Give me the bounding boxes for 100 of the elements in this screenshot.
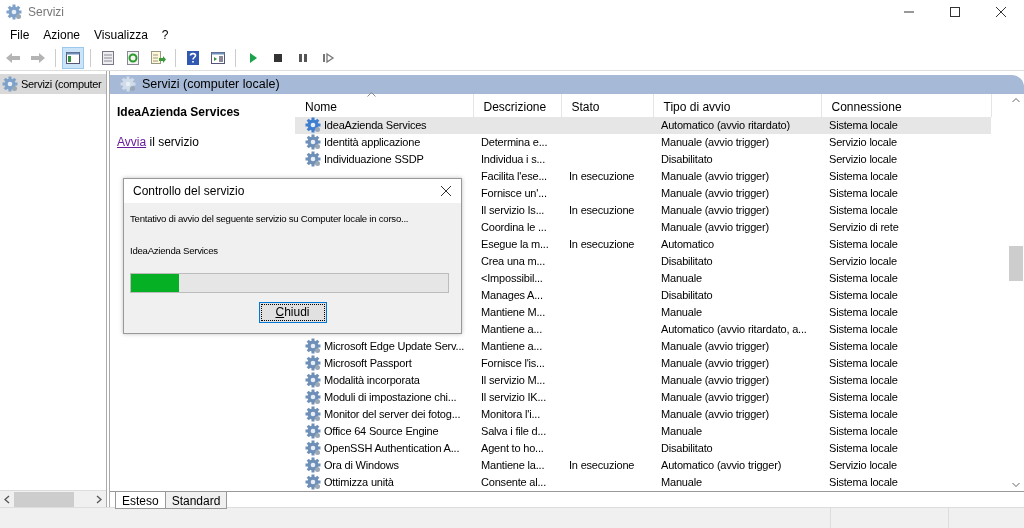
start-link[interactable]: Avvia [117, 134, 147, 149]
table-cell-text: Esegue la m... [480, 236, 550, 252]
service-name: Individuazione SSDP [324, 151, 424, 167]
service-name: Microsoft Passport [324, 355, 412, 371]
table-cell-text: Disabilitato [660, 440, 714, 456]
service-name: OpenSSH Authentication A... [324, 440, 460, 456]
table-cell-text: Servizio locale [828, 253, 898, 269]
panel-title: Servizi (computer locale) [142, 76, 280, 93]
table-cell-text: Coordina le ... [480, 219, 548, 235]
close-button[interactable]: Chiudi [258, 301, 327, 323]
table-cell-text: Sistema locale [828, 185, 899, 201]
table-cell-text: Sistema locale [828, 338, 899, 354]
table-cell-text: Sistema locale [828, 236, 899, 252]
table-cell: Manuale (avvio trigger) [653, 133, 821, 151]
table-cell-text: Manuale (avvio trigger) [660, 355, 770, 371]
window-title: Servizi [28, 4, 64, 21]
tree-item[interactable]: Servizi (computer [0, 74, 106, 94]
gear-icon [305, 440, 321, 457]
gear-icon [305, 355, 321, 372]
table-cell: Automatico (avvio ritardato) [653, 116, 821, 134]
gear-icon [305, 474, 321, 491]
table-cell-text: Mantiene la... [480, 457, 546, 473]
gear-icon [120, 76, 136, 93]
column-header[interactable]: Nome [295, 93, 473, 117]
table-cell-text: Manuale (avvio trigger) [660, 219, 770, 235]
table-cell: Sistema locale [821, 116, 991, 134]
gear-icon [305, 406, 321, 423]
table-cell-text: Manuale [660, 474, 703, 490]
table-cell-text: Monitora l'i... [480, 406, 541, 422]
tree-pane-button[interactable] [62, 46, 84, 69]
table-cell-text: Disabilitato [660, 151, 714, 167]
action-text: il servizio [149, 134, 199, 149]
table-cell-text: Automatico [660, 236, 716, 252]
table-cell-text: Sistema locale [828, 474, 899, 490]
table-cell-text: Servizio locale [828, 151, 898, 167]
table-cell-text: Manuale (avvio trigger) [660, 338, 770, 354]
table-cell: Determina e... [473, 133, 561, 151]
service-name: Modalità incorporata [324, 372, 420, 388]
table-cell-text: Servizio locale [828, 457, 898, 473]
scrollbar-thumb[interactable] [14, 491, 74, 507]
table-cell-text: Sistema locale [828, 355, 899, 371]
table-cell-text: Sistema locale [828, 423, 899, 439]
gear-icon [305, 134, 321, 151]
service-name: IdeaAzienda Services [324, 117, 427, 133]
table-cell-text: Manuale [660, 423, 703, 439]
table-cell-text: Manuale (avvio trigger) [660, 202, 770, 218]
table-cell-text: Fornisce l'is... [480, 355, 546, 371]
gear-icon [305, 389, 321, 406]
gear-icon [305, 457, 321, 474]
menu-item[interactable]: Visualizza [87, 25, 155, 44]
table-cell-text: Facilita l'ese... [480, 168, 548, 184]
view-tab[interactable]: Esteso [115, 491, 166, 509]
column-header[interactable]: Descrizione [473, 93, 561, 117]
table-cell-text: Fornisce un'... [480, 185, 548, 201]
table-cell-text: Manuale (avvio trigger) [660, 168, 770, 184]
table-cell-text: Crea una m... [480, 253, 547, 269]
scrollbar-thumb[interactable] [1009, 245, 1023, 281]
table-cell-text: Manuale [660, 270, 703, 286]
gear-icon [305, 117, 321, 134]
service-name: Ora di Windows [324, 457, 399, 473]
column-header[interactable]: Stato [561, 93, 653, 117]
table-cell-text: Disabilitato [660, 253, 714, 269]
gear-icon [2, 76, 18, 92]
table-cell-text: Sistema locale [828, 372, 899, 388]
table-cell-text: Manuale (avvio trigger) [660, 185, 770, 201]
table-cell-text: Il servizio M... [480, 372, 547, 388]
service-name: Identità applicazione [324, 134, 421, 150]
table-cell-text: Consente al... [480, 474, 548, 490]
column-header[interactable]: Connessione [821, 93, 991, 117]
table-cell-text: Sistema locale [828, 406, 899, 422]
help-icon [185, 49, 201, 66]
table-cell: Servizio locale [821, 133, 991, 151]
close-icon [996, 7, 1006, 17]
table-cell-text: <Impossibil... [480, 270, 544, 286]
table-cell-text: Manuale [660, 304, 703, 320]
table-cell-text: Sistema locale [828, 270, 899, 286]
table-cell-text: Sistema locale [828, 304, 899, 320]
export-list-icon [150, 49, 166, 66]
gear-icon [6, 4, 22, 20]
tree-pane-icon [65, 49, 81, 66]
view-tab[interactable]: Standard [164, 491, 228, 509]
menu-item[interactable]: ? [154, 25, 176, 44]
service-name: Ottimizza unità [324, 474, 394, 490]
menu-item[interactable]: File [3, 25, 37, 44]
table-cell-text: Manages A... [480, 287, 544, 303]
table-cell-text: Automatico (avvio trigger) [660, 457, 783, 473]
service-name: IdeaAzienda Services [130, 244, 219, 259]
table-cell-text: Agent to ho... [480, 440, 545, 456]
table-cell-text: Sistema locale [828, 168, 899, 184]
menu-item[interactable]: Azione [36, 25, 88, 44]
service-name: Monitor del server dei fotog... [324, 406, 461, 422]
table-cell-text: Manuale (avvio trigger) [660, 372, 770, 388]
column-header[interactable]: Tipo di avvio [653, 93, 821, 117]
table-cell-text: Sistema locale [828, 202, 899, 218]
gear-icon [305, 423, 321, 440]
table-cell-text: Salva i file d... [480, 423, 548, 439]
service-name: Microsoft Edge Update Serv... [324, 338, 465, 354]
panel-icon [210, 49, 226, 66]
table-cell-text: In esecuzione [568, 168, 636, 184]
service-title: IdeaAzienda Services [117, 103, 241, 121]
